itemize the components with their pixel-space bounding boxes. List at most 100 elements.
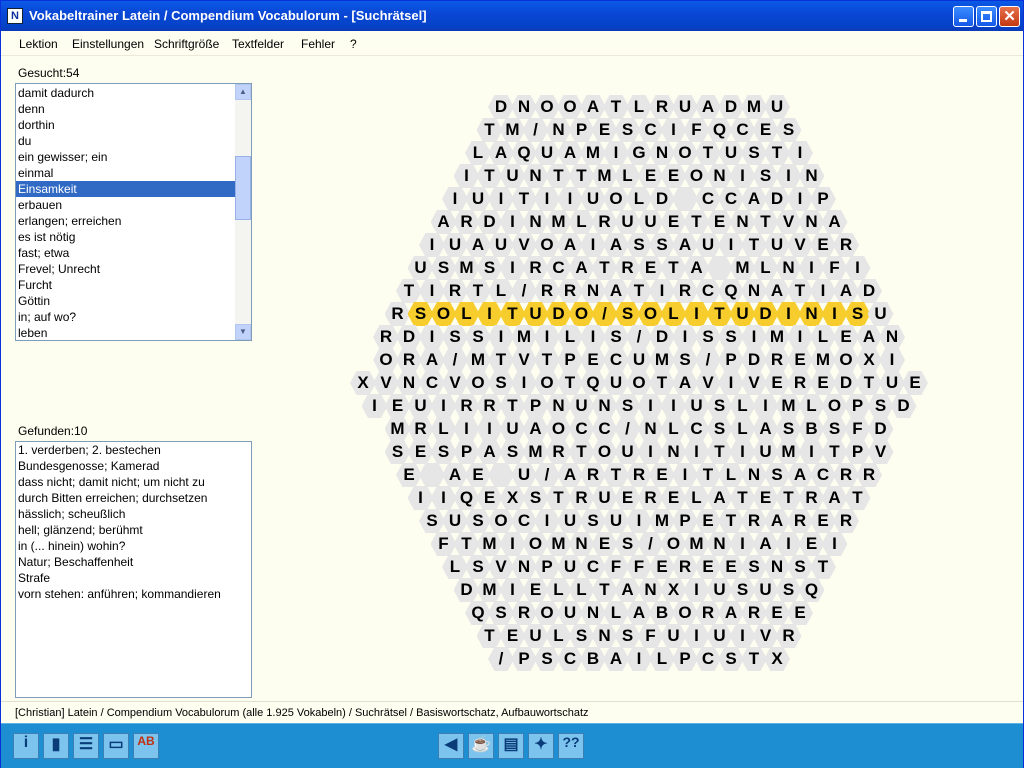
grid-cell[interactable]: U (626, 348, 652, 372)
grid-cell[interactable]: M (683, 532, 710, 556)
grid-cell[interactable]: A (764, 509, 790, 533)
grid-cell[interactable]: S (672, 348, 698, 372)
grid-cell[interactable]: R (787, 371, 813, 395)
grid-cell[interactable]: N (764, 555, 790, 579)
grid-cell[interactable]: / (695, 348, 721, 372)
grid-cell[interactable]: / (511, 279, 537, 303)
grid-cell[interactable]: P (522, 394, 549, 418)
grid-cell[interactable]: T (545, 486, 572, 510)
grid-cell[interactable]: D (453, 578, 480, 602)
grid-cell[interactable]: O (660, 532, 687, 556)
grid-cell[interactable]: L (465, 141, 491, 165)
grid-cell[interactable]: I (741, 325, 767, 349)
grid-cell[interactable]: L (603, 601, 629, 625)
grid-cell[interactable]: B (798, 417, 825, 441)
grid-cell[interactable]: C (695, 187, 721, 211)
grid-cell[interactable]: S (706, 394, 733, 418)
grid-cell[interactable]: M (775, 440, 802, 464)
grid-cell[interactable]: P (672, 509, 698, 533)
grid-cell[interactable]: N (637, 578, 664, 602)
grid-cell[interactable]: A (419, 348, 445, 372)
grid-cell[interactable]: N (649, 141, 675, 165)
grid-cell[interactable]: O (488, 509, 514, 533)
grid-cell[interactable]: Q (580, 371, 606, 395)
grid-cell[interactable]: L (660, 417, 687, 441)
grid-cell[interactable]: F (603, 555, 629, 579)
grid-cell[interactable]: U (557, 601, 583, 625)
grid-cell[interactable]: L (798, 394, 825, 418)
grid-cell[interactable]: C (637, 118, 664, 142)
grid-cell[interactable]: Q (511, 141, 537, 165)
grid-cell[interactable]: T (511, 187, 537, 211)
grid-cell[interactable]: O (603, 187, 629, 211)
grid-cell[interactable]: L (430, 417, 457, 441)
grid-cell[interactable]: I (821, 532, 848, 556)
grid-cell[interactable]: A (626, 601, 652, 625)
grid-cell[interactable]: S (764, 463, 790, 487)
grid-cell[interactable]: U (511, 463, 537, 487)
grid-cell[interactable]: T (476, 624, 503, 648)
grid-cell[interactable]: U (407, 256, 434, 280)
grid-cell[interactable]: C (810, 463, 836, 487)
grid-cell[interactable]: S (626, 233, 652, 257)
grid-cell[interactable]: I (683, 440, 710, 464)
grid-cell[interactable]: O (534, 233, 560, 257)
grid-cell[interactable]: I (580, 325, 606, 349)
grid-cell[interactable]: T (660, 256, 687, 280)
grid-cell[interactable]: D (741, 348, 767, 372)
grid-cell[interactable]: D (764, 187, 790, 211)
grid-cell[interactable]: M (591, 164, 618, 188)
grid-cell[interactable]: M (764, 325, 790, 349)
grid-cell[interactable]: S (430, 256, 457, 280)
grid-cell[interactable]: A (672, 233, 698, 257)
grid-cell[interactable]: U (488, 233, 514, 257)
grid-cell[interactable]: P (511, 647, 537, 671)
grid-cell[interactable]: U (660, 624, 687, 648)
grid-cell[interactable]: S (488, 601, 514, 625)
grid-cell[interactable]: I (453, 164, 480, 188)
grid-cell[interactable]: E (764, 371, 790, 395)
grid-cell[interactable]: O (833, 348, 859, 372)
grid-cell[interactable]: T (488, 348, 514, 372)
grid-cell[interactable]: I (810, 279, 836, 303)
grid-cell[interactable]: Q (706, 118, 733, 142)
grid-cell[interactable]: M (499, 118, 526, 142)
grid-cell[interactable]: A (672, 371, 698, 395)
grid-cell[interactable]: D (649, 325, 675, 349)
grid-cell[interactable]: R (476, 394, 503, 418)
grid-cell[interactable]: N (637, 417, 664, 441)
grid-cell[interactable]: F (821, 256, 848, 280)
grid-cell[interactable]: U (752, 440, 779, 464)
grid-cell[interactable]: / (442, 348, 468, 372)
grid-cell[interactable]: N (879, 325, 905, 349)
grid-cell[interactable]: M (810, 348, 836, 372)
grid-cell[interactable]: T (649, 371, 675, 395)
grid-cell[interactable]: I (879, 348, 905, 372)
grid-cell[interactable]: P (557, 348, 583, 372)
grid-cell[interactable]: M (384, 417, 411, 441)
grid-cell[interactable]: I (787, 141, 813, 165)
grid-cell[interactable]: A (465, 233, 491, 257)
grid-cell[interactable]: S (741, 141, 767, 165)
grid-cell[interactable]: L (568, 210, 595, 234)
grid-cell[interactable]: U (603, 509, 629, 533)
grid-cell[interactable]: D (718, 95, 744, 119)
grid-cell[interactable]: T (706, 440, 733, 464)
grid-cell[interactable]: S (568, 624, 595, 648)
grid-cell[interactable]: F (626, 555, 652, 579)
grid-cell[interactable]: I (775, 302, 802, 326)
grid-cell[interactable]: L (545, 624, 572, 648)
grid-cell[interactable]: R (545, 440, 572, 464)
grid-cell[interactable]: T (695, 141, 721, 165)
grid-cell[interactable]: C (695, 279, 721, 303)
grid-cell[interactable]: O (683, 164, 710, 188)
grid-cell[interactable]: T (603, 95, 629, 119)
grid-cell[interactable]: S (775, 578, 802, 602)
grid-cell[interactable]: M (453, 256, 480, 280)
grid-cell[interactable]: U (879, 371, 905, 395)
grid-cell[interactable]: R (775, 624, 802, 648)
grid-cell[interactable]: E (591, 118, 618, 142)
grid-cell[interactable]: S (695, 325, 721, 349)
grid-cell[interactable]: S (718, 647, 744, 671)
grid-cell[interactable]: I (534, 187, 560, 211)
